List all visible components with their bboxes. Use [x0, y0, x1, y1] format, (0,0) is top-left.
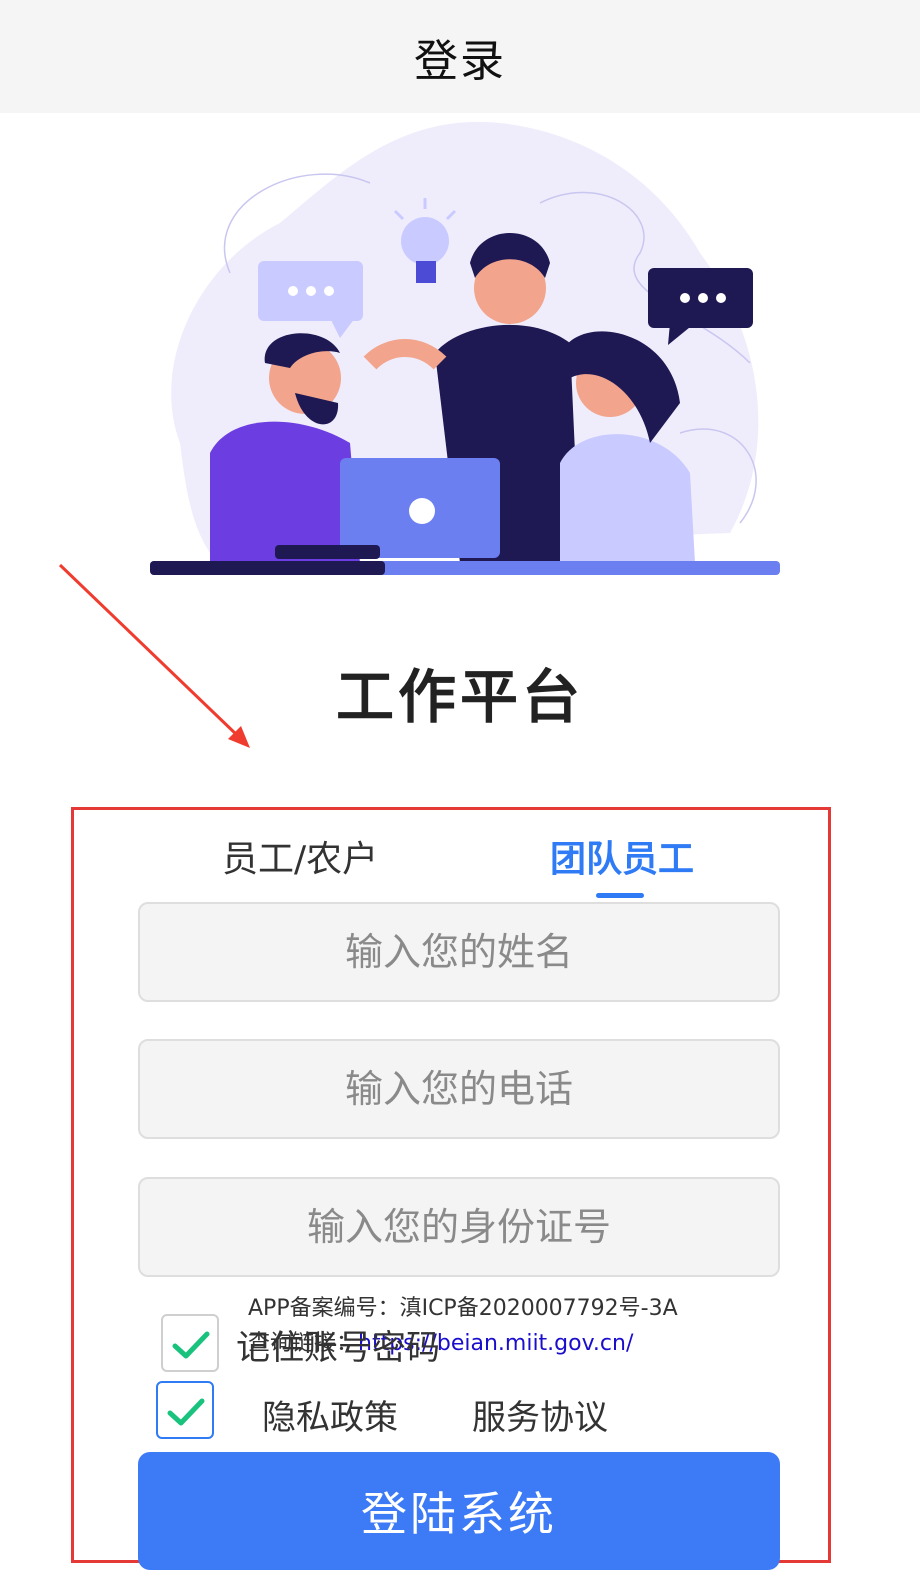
phone-field [138, 1039, 780, 1139]
tab-team-staff[interactable]: 团队员工 [550, 830, 694, 882]
phone-input[interactable] [140, 1040, 778, 1138]
team-illustration [150, 121, 780, 575]
page-title: 登录 [414, 35, 506, 87]
id-number-field [138, 1177, 780, 1277]
icp-record-number: APP备案编号：滇ICP备2020007792号-3A [248, 1296, 678, 1321]
remember-checkbox[interactable] [161, 1314, 219, 1372]
login-page: 登录 工作平台 员工/农户 团队员工 输入您的姓名 输入您的电话 输入您的身份证… [0, 0, 920, 1576]
service-agreement-link[interactable]: 服务协议 [472, 1390, 608, 1439]
privacy-policy-link[interactable]: 隐私政策 [262, 1390, 398, 1439]
agreement-checkbox[interactable] [156, 1381, 214, 1439]
active-tab-indicator [596, 893, 644, 898]
check-icon [172, 1331, 210, 1359]
remember-label: 记住账号密码 [236, 1328, 440, 1368]
nav-bar: 登录 [0, 0, 920, 113]
id-number-input[interactable] [140, 1178, 778, 1276]
check-icon [167, 1398, 205, 1426]
tab-staff-farmer[interactable]: 员工/农户 [222, 830, 378, 882]
platform-title: 工作平台 [335, 663, 584, 731]
name-input[interactable] [140, 903, 778, 1001]
name-field [138, 902, 780, 1002]
login-button[interactable]: 登陆系统 [138, 1452, 780, 1570]
